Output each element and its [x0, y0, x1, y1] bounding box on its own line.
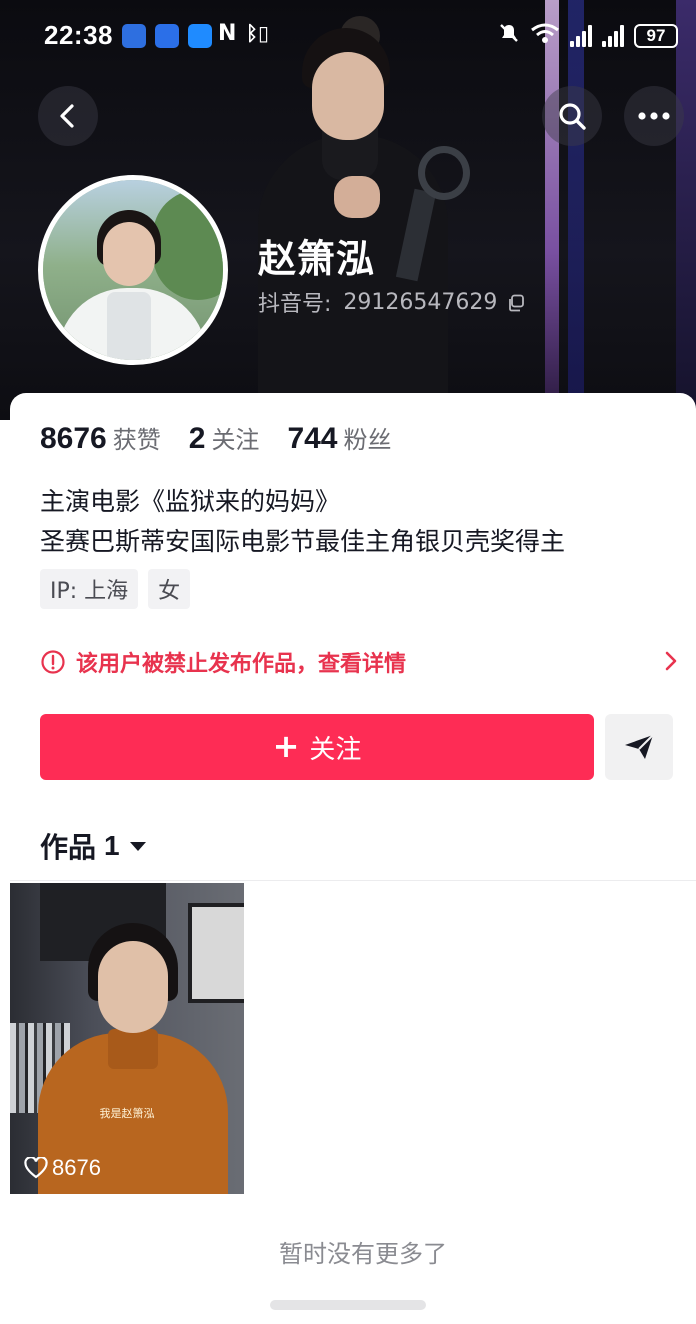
follow-button-label: 关注 — [309, 734, 362, 765]
video-caption: 我是赵箫泓 — [99, 1107, 155, 1120]
heart-icon — [24, 1157, 48, 1179]
video-thumbnail[interactable]: 我是赵箫泓 8676 — [10, 883, 244, 1194]
gender-tag: 女 — [148, 569, 191, 609]
profile-stats: 8676 获赞 2 关注 744 粉丝 — [40, 420, 392, 456]
stat-likes[interactable]: 8676 获赞 — [40, 420, 161, 456]
search-icon — [559, 103, 586, 130]
profile-nickname: 赵箫泓 — [258, 237, 376, 281]
copy-icon[interactable] — [507, 293, 525, 312]
nfc-icon: N — [218, 21, 237, 46]
no-more-text: 暂时没有更多了 — [279, 1240, 447, 1268]
douyin-id-label: 抖音号: — [258, 292, 332, 317]
ip-location-tag: IP: 上海 — [40, 569, 139, 609]
stat-label: 粉丝 — [343, 426, 392, 454]
stat-followers[interactable]: 744 粉丝 — [287, 420, 391, 456]
stat-label: 获赞 — [112, 426, 161, 454]
ban-warning-text: 该用户被禁止发布作品，查看详情 — [76, 652, 407, 677]
divider — [10, 880, 696, 881]
ban-warning-link[interactable]: 该用户被禁止发布作品，查看详情 — [40, 644, 684, 680]
stat-value: 8676 — [40, 422, 107, 455]
works-tab-label: 作品 — [40, 831, 97, 864]
back-button[interactable] — [38, 86, 98, 146]
caret-down-icon — [129, 842, 146, 851]
search-button[interactable] — [542, 86, 602, 146]
bluetooth-icon: ᛒ▯ — [246, 21, 270, 45]
profile-bio: 主演电影《监狱来的妈妈》 圣赛巴斯蒂安国际电影节最佳主角银贝壳奖得主 — [40, 482, 565, 562]
send-icon — [625, 734, 654, 759]
app-icon — [155, 24, 179, 48]
mute-icon — [498, 22, 520, 51]
more-icon — [638, 112, 670, 120]
app-icon — [122, 24, 146, 48]
douyin-id: 抖音号: 29126547629 — [258, 286, 525, 318]
avatar[interactable] — [38, 175, 228, 365]
stat-value: 744 — [287, 422, 338, 455]
send-message-button[interactable] — [605, 714, 673, 780]
video-like-count: 8676 — [52, 1155, 101, 1180]
stat-label: 关注 — [211, 426, 260, 454]
signal-icon — [602, 25, 624, 47]
chevron-left-icon — [60, 104, 74, 128]
video-likes: 8676 — [24, 1155, 101, 1181]
follow-button[interactable]: + 关注 — [40, 714, 594, 780]
plus-icon: + — [272, 726, 300, 765]
profile-tags: IP: 上海 女 — [40, 569, 191, 609]
home-indicator[interactable] — [270, 1300, 426, 1310]
wifi-icon — [530, 22, 560, 51]
douyin-id-value: 29126547629 — [343, 289, 498, 315]
app-icon — [188, 24, 212, 48]
works-count: 1 — [104, 830, 120, 861]
stat-following[interactable]: 2 关注 — [189, 420, 260, 456]
bio-line: 主演电影《监狱来的妈妈》 — [40, 487, 341, 516]
more-button[interactable] — [624, 86, 684, 146]
alert-icon — [41, 650, 65, 674]
status-bar: 22:38 N ᛒ▯ 97 — [0, 0, 696, 72]
status-time: 22:38 — [44, 20, 113, 50]
signal-icon — [570, 25, 592, 47]
stat-value: 2 — [188, 422, 206, 455]
chevron-right-icon — [665, 651, 677, 671]
works-tab[interactable]: 作品 1 — [40, 826, 148, 866]
battery-icon: 97 — [634, 24, 678, 48]
bio-line: 圣赛巴斯蒂安国际电影节最佳主角银贝壳奖得主 — [40, 527, 566, 556]
